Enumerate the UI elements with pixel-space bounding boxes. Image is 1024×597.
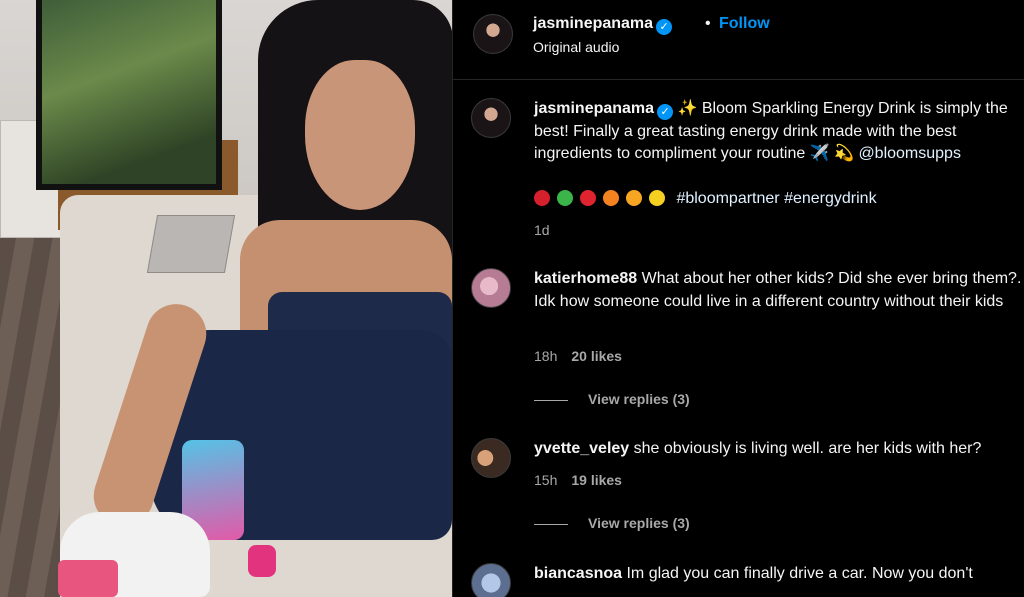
drink-can: [58, 560, 118, 597]
comment-text: Im glad you can finally drive a car. Now…: [626, 565, 973, 582]
commenter-avatar[interactable]: [471, 563, 511, 597]
comment-likes[interactable]: 20 likes: [571, 348, 622, 364]
view-replies-button[interactable]: View replies (3): [534, 515, 690, 531]
comment-time: 18h: [534, 348, 558, 364]
comment-time: 15h: [534, 472, 558, 488]
comment-likes[interactable]: 19 likes: [571, 472, 622, 488]
view-replies-button[interactable]: View replies (3): [534, 391, 690, 407]
comment-meta: 18h 20 likes: [534, 348, 622, 364]
watch: [248, 545, 276, 577]
comment-username[interactable]: yvette_veley: [534, 440, 629, 457]
commenter-avatar[interactable]: [471, 268, 511, 308]
post-video[interactable]: [0, 0, 452, 597]
view-replies-label[interactable]: View replies (3): [588, 391, 690, 407]
divider-line: [534, 399, 568, 401]
comment-meta: 15h 19 likes: [534, 472, 622, 488]
comment-username[interactable]: biancasnoa: [534, 565, 622, 582]
orange-icon: [603, 190, 619, 206]
caption: jasminepanama ✓ ✨ Bloom Sparkling Energy …: [471, 98, 1024, 248]
follow-button[interactable]: Follow: [719, 15, 770, 33]
author-username[interactable]: jasminepanama ✓: [533, 15, 673, 35]
watermelon-icon: [557, 190, 573, 206]
post-details-panel: jasminepanama ✓ • Follow Original audio j…: [452, 0, 1024, 597]
strawberry-icon: [580, 190, 596, 206]
comment-item: biancasnoa Im glad you can finally drive…: [471, 563, 1024, 597]
caption-avatar[interactable]: [471, 98, 511, 138]
audio-link[interactable]: Original audio: [533, 39, 619, 55]
verified-icon: ✓: [656, 19, 673, 35]
comment-body: yvette_veley she obviously is living wel…: [534, 438, 1024, 461]
comment-text: she obviously is living well. are her ki…: [633, 440, 982, 457]
separator-dot: •: [705, 15, 711, 32]
television: [36, 0, 222, 190]
author-username-text[interactable]: jasminepanama: [533, 15, 653, 32]
post-header: jasminepanama ✓ • Follow Original audio: [453, 0, 1024, 80]
divider-line: [534, 523, 568, 525]
person-face: [305, 60, 415, 210]
comment-item: yvette_veley she obviously is living wel…: [471, 438, 1024, 558]
cherry-icon: [534, 190, 550, 206]
hashtags[interactable]: #bloompartner #energydrink: [676, 190, 876, 207]
commenter-avatar[interactable]: [471, 438, 511, 478]
mango-icon: [626, 190, 642, 206]
verified-icon: ✓: [657, 104, 674, 120]
emoji-row: #bloompartner #energydrink: [534, 190, 877, 208]
lemon-icon: [649, 190, 665, 206]
caption-time: 1d: [534, 222, 550, 238]
view-replies-label[interactable]: View replies (3): [588, 515, 690, 531]
avatar[interactable]: [473, 14, 513, 54]
caption-body: jasminepanama ✓ ✨ Bloom Sparkling Energy …: [534, 98, 1024, 166]
mention-link[interactable]: @bloomsupps: [858, 145, 961, 162]
comment-item: katierhome88 What about her other kids? …: [471, 268, 1024, 418]
caption-username[interactable]: jasminepanama: [534, 100, 654, 117]
post-viewer: jasminepanama ✓ • Follow Original audio j…: [0, 0, 1024, 597]
comment-body: biancasnoa Im glad you can finally drive…: [534, 563, 1024, 586]
laptop: [146, 215, 236, 273]
comment-username[interactable]: katierhome88: [534, 270, 637, 287]
comment-body: katierhome88 What about her other kids? …: [534, 268, 1024, 313]
